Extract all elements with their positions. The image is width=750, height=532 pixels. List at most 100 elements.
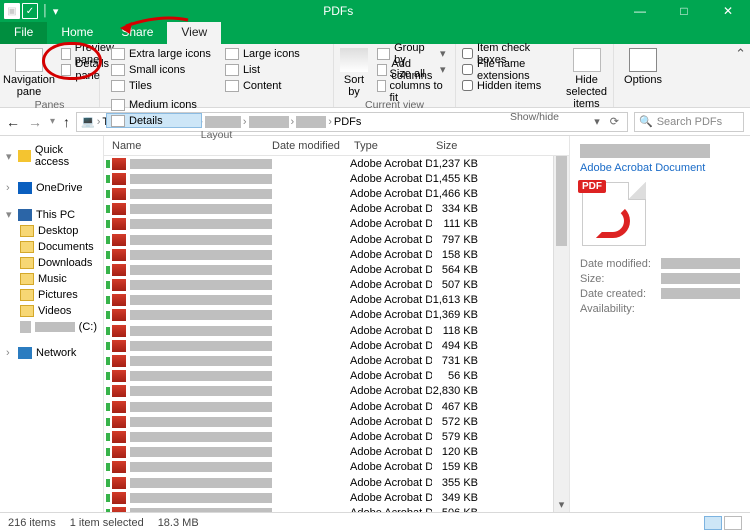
- table-row[interactable]: Adobe Acrobat D...56 KB: [104, 369, 569, 384]
- file-size: 1,455 KB: [432, 173, 484, 185]
- file-name-redacted: [130, 432, 272, 442]
- details-pane-icon: [61, 64, 71, 76]
- nav-pictures[interactable]: Pictures: [2, 287, 101, 303]
- column-name[interactable]: Name: [112, 140, 272, 152]
- table-row[interactable]: Adobe Acrobat D...1,613 KB: [104, 293, 569, 308]
- maximize-button[interactable]: □: [662, 0, 706, 22]
- nav-drive-c[interactable]: (C:): [2, 319, 101, 335]
- table-row[interactable]: Adobe Acrobat D...349 KB: [104, 490, 569, 505]
- hide-selected-items-button[interactable]: Hide selected items: [566, 46, 607, 110]
- nav-this-pc[interactable]: ▾This PC: [2, 206, 101, 223]
- size-columns-button[interactable]: Size all columns to fit: [372, 78, 450, 93]
- file-name-redacted: [130, 159, 272, 169]
- table-row[interactable]: Adobe Acrobat D...1,237 KB: [104, 156, 569, 171]
- search-input[interactable]: 🔍 Search PDFs: [634, 112, 744, 132]
- table-row[interactable]: Adobe Acrobat D...158 KB: [104, 247, 569, 262]
- table-row[interactable]: Adobe Acrobat D...120 KB: [104, 445, 569, 460]
- table-row[interactable]: Adobe Acrobat D...797 KB: [104, 232, 569, 247]
- table-row[interactable]: Adobe Acrobat D...334 KB: [104, 202, 569, 217]
- options-button[interactable]: Options: [620, 46, 666, 86]
- minimize-button[interactable]: —: [618, 0, 662, 22]
- column-type[interactable]: Type: [354, 140, 436, 152]
- file-size: 1,466 KB: [432, 188, 484, 200]
- hide-icon: [573, 48, 601, 72]
- layout-details[interactable]: Details: [106, 113, 202, 128]
- details-date-modified: [661, 258, 740, 269]
- pc-icon: 💻: [81, 115, 95, 128]
- sort-by-button[interactable]: Sort by: [340, 46, 368, 98]
- status-size: 18.3 MB: [158, 517, 199, 529]
- scrollbar[interactable]: ▴ ▾: [553, 156, 569, 512]
- view-icons-toggle[interactable]: [724, 516, 742, 530]
- refresh-button[interactable]: ⟳: [606, 115, 623, 128]
- file-type: Adobe Acrobat D...: [350, 507, 432, 512]
- nav-quick-access[interactable]: ▾Quick access: [2, 142, 101, 170]
- nav-desktop[interactable]: Desktop: [2, 223, 101, 239]
- hidden-items-toggle[interactable]: Hidden items: [462, 78, 562, 93]
- table-row[interactable]: Adobe Acrobat D...1,455 KB: [104, 171, 569, 186]
- layout-content[interactable]: Content: [220, 78, 305, 93]
- pdf-file-icon: [112, 234, 126, 246]
- table-row[interactable]: Adobe Acrobat D...2,830 KB: [104, 384, 569, 399]
- folder-icon: ▣: [4, 3, 20, 19]
- layout-medium-icons[interactable]: Medium icons: [106, 97, 202, 112]
- table-row[interactable]: Adobe Acrobat D...507 KB: [104, 278, 569, 293]
- file-size: 797 KB: [432, 234, 484, 246]
- status-bar: 216 items 1 item selected 18.3 MB: [0, 512, 750, 532]
- file-rows[interactable]: Adobe Acrobat D...1,237 KBAdobe Acrobat …: [104, 156, 569, 512]
- table-row[interactable]: Adobe Acrobat D...355 KB: [104, 475, 569, 490]
- layout-extra-large-icons[interactable]: Extra large icons: [106, 46, 216, 61]
- crumb-pdfs[interactable]: PDFs: [334, 116, 362, 128]
- up-button[interactable]: ↑: [63, 114, 70, 130]
- close-button[interactable]: ✕: [706, 0, 750, 22]
- forward-button[interactable]: →: [28, 114, 42, 130]
- table-row[interactable]: Adobe Acrobat D...506 KB: [104, 505, 569, 512]
- tab-file[interactable]: File: [0, 22, 47, 44]
- file-name-redacted: [130, 326, 272, 336]
- table-row[interactable]: Adobe Acrobat D...579 KB: [104, 429, 569, 444]
- file-type: Adobe Acrobat D...: [350, 340, 432, 352]
- table-row[interactable]: Adobe Acrobat D...731 KB: [104, 353, 569, 368]
- file-type: Adobe Acrobat D...: [350, 173, 432, 185]
- table-row[interactable]: Adobe Acrobat D...1,466 KB: [104, 186, 569, 201]
- file-name-redacted: [130, 219, 272, 229]
- file-type: Adobe Acrobat D...: [350, 385, 432, 397]
- layout-small-icons[interactable]: Small icons: [106, 62, 216, 77]
- table-row[interactable]: Adobe Acrobat D...467 KB: [104, 399, 569, 414]
- table-row[interactable]: Adobe Acrobat D...494 KB: [104, 338, 569, 353]
- back-button[interactable]: ←: [6, 114, 20, 130]
- table-row[interactable]: Adobe Acrobat D...111 KB: [104, 217, 569, 232]
- nav-documents[interactable]: Documents: [2, 239, 101, 255]
- table-row[interactable]: Adobe Acrobat D...564 KB: [104, 262, 569, 277]
- column-date[interactable]: Date modified: [272, 140, 354, 152]
- file-name-redacted: [130, 356, 272, 366]
- file-name-extensions-toggle[interactable]: File name extensions: [462, 62, 562, 77]
- column-size[interactable]: Size: [436, 140, 484, 152]
- details-date-created: [661, 288, 740, 299]
- nav-videos[interactable]: Videos: [2, 303, 101, 319]
- table-row[interactable]: Adobe Acrobat D...159 KB: [104, 460, 569, 475]
- recent-locations-button[interactable]: ▾: [50, 116, 55, 127]
- ribbon-collapse-button[interactable]: ⌃: [735, 46, 746, 62]
- nav-onedrive[interactable]: ›OneDrive: [2, 180, 101, 196]
- file-type: Adobe Acrobat D...: [350, 370, 432, 382]
- nav-network[interactable]: ›Network: [2, 345, 101, 361]
- table-row[interactable]: Adobe Acrobat D...572 KB: [104, 414, 569, 429]
- layout-list[interactable]: List: [220, 62, 305, 77]
- table-row[interactable]: Adobe Acrobat D...1,369 KB: [104, 308, 569, 323]
- layout-tiles[interactable]: Tiles: [106, 78, 216, 93]
- scroll-down-button[interactable]: ▾: [554, 498, 569, 512]
- layout-large-icons[interactable]: Large icons: [220, 46, 305, 61]
- file-type: Adobe Acrobat D...: [350, 158, 432, 170]
- navigation-tree[interactable]: ▾Quick access ›OneDrive ▾This PC Desktop…: [0, 136, 104, 512]
- qat-check-icon[interactable]: ✓: [22, 3, 38, 19]
- nav-music[interactable]: Music: [2, 271, 101, 287]
- table-row[interactable]: Adobe Acrobat D...118 KB: [104, 323, 569, 338]
- file-size: 506 KB: [432, 507, 484, 512]
- tab-view[interactable]: View: [167, 22, 221, 44]
- nav-downloads[interactable]: Downloads: [2, 255, 101, 271]
- navigation-pane-button[interactable]: Navigation pane: [6, 46, 52, 98]
- scroll-thumb[interactable]: [556, 156, 567, 246]
- view-details-toggle[interactable]: [704, 516, 722, 530]
- file-size: 1,369 KB: [432, 309, 484, 321]
